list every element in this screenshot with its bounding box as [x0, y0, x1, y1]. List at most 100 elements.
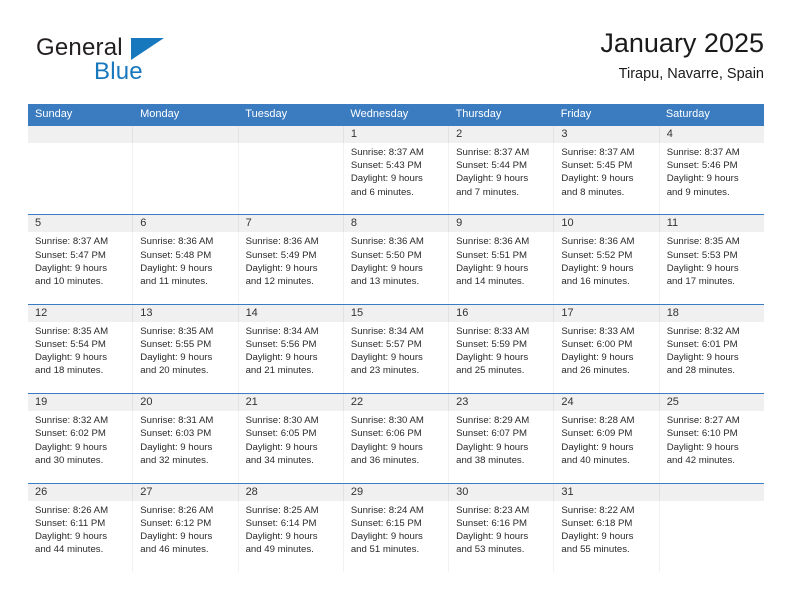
day-cell[interactable]	[660, 501, 764, 572]
day-cell[interactable]: Sunrise: 8:37 AM Sunset: 5:46 PM Dayligh…	[660, 143, 764, 214]
sunset-text: Sunset: 5:56 PM	[245, 338, 317, 350]
day-cell[interactable]: Sunrise: 8:33 AM Sunset: 5:59 PM Dayligh…	[449, 321, 555, 393]
day-number[interactable]: 31	[554, 483, 660, 501]
day-number[interactable]: 6	[133, 215, 239, 233]
day-number[interactable]: 15	[344, 304, 450, 322]
page-title: January 2025	[600, 28, 764, 58]
day-number[interactable]: 7	[239, 215, 344, 233]
daylight-text-line2: and 40 minutes.	[561, 454, 630, 466]
day-cell[interactable]: Sunrise: 8:34 AM Sunset: 5:56 PM Dayligh…	[239, 321, 344, 393]
daylight-text-line2: and 9 minutes.	[666, 186, 730, 198]
logo-text-blue: Blue	[94, 58, 143, 85]
day-number[interactable]: 3	[554, 126, 660, 143]
sunset-text: Sunset: 5:43 PM	[350, 160, 422, 172]
day-number[interactable]: 19	[28, 394, 134, 412]
day-number[interactable]	[239, 126, 344, 143]
day-number[interactable]: 27	[133, 483, 239, 501]
day-cell[interactable]: Sunrise: 8:37 AM Sunset: 5:45 PM Dayligh…	[554, 143, 660, 214]
day-cell[interactable]: Sunrise: 8:30 AM Sunset: 6:05 PM Dayligh…	[239, 411, 344, 483]
day-cell[interactable]: Sunrise: 8:36 AM Sunset: 5:48 PM Dayligh…	[133, 232, 239, 304]
day-number[interactable]: 25	[660, 394, 764, 411]
day-cell[interactable]: Sunrise: 8:35 AM Sunset: 5:53 PM Dayligh…	[660, 232, 764, 303]
sunrise-text: Sunrise: 8:36 AM	[245, 236, 319, 248]
day-number[interactable]: 17	[554, 304, 660, 322]
daylight-text-line1: Daylight: 9 hours	[350, 530, 423, 542]
calendar-page: General Blue January 2025 Tirapu, Navarr…	[0, 0, 792, 612]
day-cell[interactable]: Sunrise: 8:30 AM Sunset: 6:06 PM Dayligh…	[344, 411, 450, 483]
day-cell[interactable]: Sunrise: 8:33 AM Sunset: 6:00 PM Dayligh…	[554, 321, 660, 393]
day-number[interactable]: 4	[660, 126, 764, 143]
day-cell[interactable]: Sunrise: 8:22 AM Sunset: 6:18 PM Dayligh…	[554, 500, 660, 572]
weekday-header-tuesday: Tuesday	[245, 108, 288, 120]
generalblue-logo[interactable]: General Blue	[36, 34, 246, 92]
day-cell[interactable]: Sunrise: 8:26 AM Sunset: 6:12 PM Dayligh…	[133, 500, 239, 572]
day-cell[interactable]: Sunrise: 8:25 AM Sunset: 6:14 PM Dayligh…	[239, 500, 344, 572]
day-cell[interactable]	[133, 143, 239, 214]
sunrise-text: Sunrise: 8:27 AM	[666, 415, 740, 427]
sunset-text: Sunset: 5:55 PM	[140, 338, 212, 350]
day-number[interactable]	[660, 484, 764, 501]
day-cell[interactable]: Sunrise: 8:36 AM Sunset: 5:50 PM Dayligh…	[344, 232, 450, 304]
day-number[interactable]: 29	[344, 483, 450, 501]
daylight-text-line2: and 55 minutes.	[561, 544, 630, 556]
day-number[interactable]: 13	[133, 304, 239, 322]
sunrise-text: Sunrise: 8:33 AM	[561, 325, 635, 337]
day-number[interactable]: 12	[28, 304, 134, 322]
sunset-text: Sunset: 6:06 PM	[350, 428, 422, 440]
daylight-text-line2: and 28 minutes.	[666, 365, 735, 377]
day-cell[interactable]: Sunrise: 8:29 AM Sunset: 6:07 PM Dayligh…	[449, 411, 555, 483]
day-number[interactable]: 10	[554, 215, 660, 233]
day-number[interactable]	[28, 126, 134, 143]
day-number[interactable]: 16	[449, 304, 555, 322]
daylight-text-line2: and 34 minutes.	[245, 454, 314, 466]
day-number[interactable]: 23	[449, 394, 555, 412]
daylight-text-line1: Daylight: 9 hours	[561, 173, 634, 185]
day-cell[interactable]: Sunrise: 8:27 AM Sunset: 6:10 PM Dayligh…	[660, 411, 764, 482]
day-cell[interactable]	[28, 143, 134, 214]
day-number[interactable]: 9	[449, 215, 555, 233]
day-cell[interactable]: Sunrise: 8:23 AM Sunset: 6:16 PM Dayligh…	[449, 500, 555, 572]
day-number[interactable]: 5	[28, 215, 134, 233]
day-number[interactable]: 21	[239, 394, 344, 412]
day-cell[interactable]	[239, 143, 344, 214]
sunset-text: Sunset: 5:51 PM	[456, 249, 528, 261]
day-number[interactable]: 2	[449, 126, 555, 143]
day-cell[interactable]: Sunrise: 8:26 AM Sunset: 6:11 PM Dayligh…	[28, 500, 134, 572]
day-number[interactable]: 24	[554, 394, 660, 412]
day-cell[interactable]: Sunrise: 8:36 AM Sunset: 5:52 PM Dayligh…	[554, 232, 660, 304]
day-number[interactable]: 20	[133, 394, 239, 412]
day-number[interactable]: 28	[239, 483, 344, 501]
day-number[interactable]: 8	[344, 215, 450, 233]
day-cell[interactable]: Sunrise: 8:32 AM Sunset: 6:01 PM Dayligh…	[660, 322, 764, 393]
sunrise-text: Sunrise: 8:35 AM	[666, 236, 740, 248]
day-cell[interactable]: Sunrise: 8:28 AM Sunset: 6:09 PM Dayligh…	[554, 411, 660, 483]
sunset-text: Sunset: 6:10 PM	[666, 428, 738, 440]
daylight-text-line2: and 46 minutes.	[140, 544, 209, 556]
day-number[interactable]: 26	[28, 483, 134, 501]
day-cell[interactable]: Sunrise: 8:37 AM Sunset: 5:47 PM Dayligh…	[28, 232, 134, 304]
day-cell[interactable]: Sunrise: 8:31 AM Sunset: 6:03 PM Dayligh…	[133, 411, 239, 483]
day-cell[interactable]: Sunrise: 8:37 AM Sunset: 5:43 PM Dayligh…	[344, 143, 450, 214]
day-number[interactable]	[133, 126, 239, 143]
sunset-text: Sunset: 5:57 PM	[350, 338, 422, 350]
day-number[interactable]: 11	[660, 215, 764, 232]
sunset-text: Sunset: 6:01 PM	[666, 338, 738, 350]
day-cell[interactable]: Sunrise: 8:35 AM Sunset: 5:55 PM Dayligh…	[133, 321, 239, 393]
day-number[interactable]: 18	[660, 305, 764, 322]
week-date-band: 19 20 21 22 23 24 25	[28, 394, 764, 412]
day-cell[interactable]: Sunrise: 8:32 AM Sunset: 6:02 PM Dayligh…	[28, 411, 134, 483]
day-number[interactable]: 30	[449, 483, 555, 501]
day-cell[interactable]: Sunrise: 8:36 AM Sunset: 5:51 PM Dayligh…	[449, 232, 555, 304]
day-cell[interactable]: Sunrise: 8:36 AM Sunset: 5:49 PM Dayligh…	[239, 232, 344, 304]
day-number[interactable]: 22	[344, 394, 450, 412]
day-cell[interactable]: Sunrise: 8:37 AM Sunset: 5:44 PM Dayligh…	[449, 143, 555, 214]
daylight-text-line2: and 7 minutes.	[456, 186, 520, 198]
daylight-text-line1: Daylight: 9 hours	[561, 262, 634, 274]
day-number[interactable]: 1	[344, 126, 450, 143]
sunrise-text: Sunrise: 8:29 AM	[456, 415, 530, 427]
day-cell[interactable]: Sunrise: 8:35 AM Sunset: 5:54 PM Dayligh…	[28, 321, 134, 393]
day-cell[interactable]: Sunrise: 8:24 AM Sunset: 6:15 PM Dayligh…	[344, 500, 450, 572]
day-number[interactable]: 14	[239, 304, 344, 322]
day-cell[interactable]: Sunrise: 8:34 AM Sunset: 5:57 PM Dayligh…	[344, 321, 450, 393]
daylight-text-line1: Daylight: 9 hours	[456, 352, 529, 364]
